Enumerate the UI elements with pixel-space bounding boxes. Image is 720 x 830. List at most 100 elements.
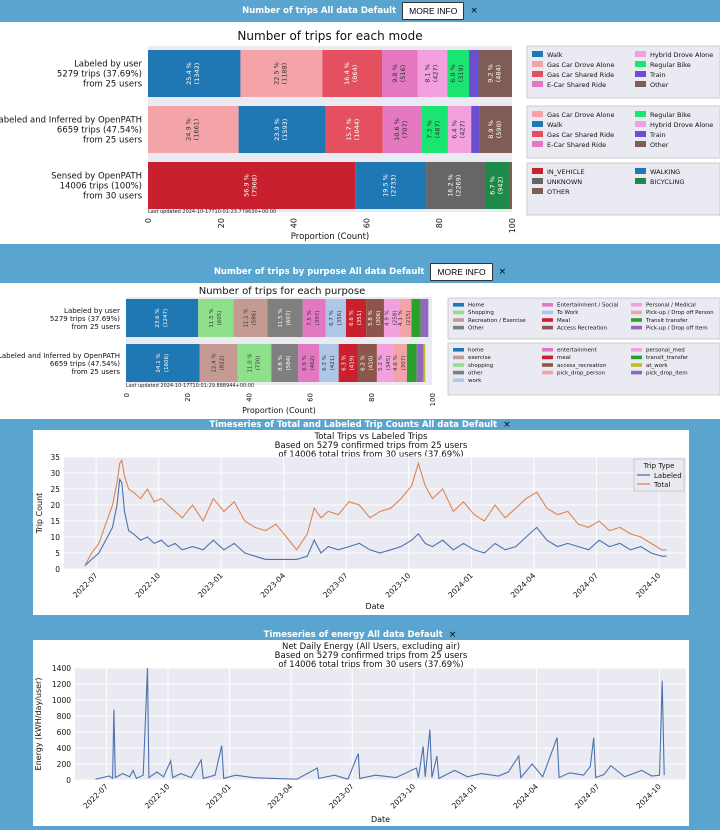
segment-pct-label: 12.4 % (212, 353, 218, 372)
segment-count-label: (1247) (163, 309, 169, 327)
legend-label: Gas Car Drove Alone (547, 61, 615, 69)
segment-pct-label: 23.9 % (273, 118, 281, 141)
x-tick-label: 60 (307, 393, 315, 402)
row-label: Labeled and Inferred by OpenPATH (0, 352, 120, 360)
y-tick-label: 600 (57, 728, 72, 737)
legend-swatch (631, 363, 642, 367)
legend-label: BICYCLING (650, 178, 684, 186)
legend-label: Gas Car Shared Ride (547, 131, 614, 139)
y-axis-label: Energy (kWH/day/user) (34, 678, 43, 771)
legend-swatch (453, 318, 464, 322)
segment-count-label: (397) (315, 311, 321, 326)
segment-pct-label: 56.9 % (243, 174, 251, 197)
legend-label: Transit transfer (645, 318, 688, 324)
x-tick-label: 2023-04 (266, 782, 295, 811)
legend-title: Trip Type (643, 462, 675, 470)
legend-swatch (631, 370, 642, 375)
y-tick-label: 0 (55, 565, 60, 574)
legend-swatch (635, 121, 646, 127)
row-label: 6659 trips (47.54%) (50, 360, 120, 368)
legend-swatch (532, 131, 543, 137)
legend-label: Pick-up / Drop off Item (646, 325, 708, 331)
legend-label: Gas Car Drove Alone (547, 111, 615, 119)
legend-label: Walk (547, 121, 563, 129)
bar-segment (267, 299, 303, 337)
x-tick-label: 2023-07 (327, 782, 356, 811)
segment-count-label: (427) (431, 65, 439, 82)
last-updated-note: Last updated 2024-10-17T10:01:29.888944+… (126, 383, 254, 389)
close-icon[interactable]: × (470, 6, 478, 16)
bar-segment (471, 106, 480, 153)
legend-swatch (635, 111, 646, 117)
legend-swatch (453, 363, 464, 367)
segment-pct-label: 9.8 % (391, 64, 399, 83)
x-tick-label: 2024-10 (634, 782, 663, 811)
row-label: from 25 users (83, 80, 143, 90)
segment-count-label: (307) (401, 356, 407, 371)
legend-label: Pick-up / Drop off Person (646, 310, 714, 316)
segment-pct-label: 6.3 % (322, 355, 328, 371)
segment-pct-label: 11.0 % (248, 353, 254, 372)
legend-swatch (542, 348, 553, 352)
segment-count-label: (345) (386, 356, 392, 371)
segment-count-label: (487) (434, 121, 442, 138)
close-icon[interactable]: × (499, 267, 507, 277)
bar-segment (237, 344, 272, 382)
segment-pct-label: 25.4 % (185, 62, 193, 85)
bar-segment (411, 299, 421, 337)
y-tick-label: 200 (57, 760, 72, 769)
segment-count-label: (306) (376, 311, 382, 326)
legend-label: IN_VEHICLE (547, 168, 585, 176)
section-title: Timeseries of energy All data Default (263, 629, 443, 640)
x-tick-label: 2024-07 (573, 782, 602, 811)
y-tick-label: 5 (55, 549, 60, 558)
y-tick-label: 800 (57, 712, 72, 721)
mode-chart: Number of trips for each mode Labeled by … (0, 29, 720, 242)
segment-pct-label: 4.6 % (393, 355, 399, 371)
legend-swatch (631, 303, 642, 307)
x-tick-label: 80 (368, 393, 376, 402)
segment-count-label: (419) (349, 356, 355, 371)
legend-label: Hybrid Drove Alone (650, 51, 713, 59)
row-label: Sensed by OpenPATH (51, 172, 142, 182)
x-tick-label: 2023-04 (259, 571, 288, 600)
legend-label: home (468, 348, 484, 354)
segment-count-label: (864) (351, 65, 359, 82)
legend-swatch (635, 81, 646, 87)
more-info-button[interactable]: MORE INFO (402, 2, 465, 20)
chart-title: Number of trips for each mode (237, 29, 422, 43)
y-tick-label: 30 (50, 469, 60, 478)
legend-label: E-Car Shared Ride (547, 81, 606, 89)
segment-count-label: (590) (495, 121, 503, 138)
legend-label: Entertainment / Social (557, 303, 619, 309)
segment-pct-label: 7.5 % (307, 310, 313, 326)
legend-swatch (635, 51, 646, 57)
segment-count-label: (351) (357, 311, 363, 326)
legend-swatch (453, 310, 464, 315)
legend-swatch (631, 348, 642, 352)
legend-label: Train (649, 131, 666, 139)
legend-label: Hybrid Drove Alone (650, 121, 713, 129)
y-tick-label: 400 (57, 744, 72, 753)
legend-label: exercise (468, 355, 491, 361)
energy-chart: Net Daily Energy (All Users, excluding a… (34, 642, 686, 824)
segment-pct-label: 8.9 % (487, 120, 495, 139)
more-info-button[interactable]: MORE INFO (430, 263, 493, 281)
close-icon[interactable]: × (449, 630, 457, 640)
x-tick-label: 2024-04 (511, 782, 540, 811)
x-tick-label: 2023-07 (321, 571, 350, 600)
legend-label: shopping (468, 363, 493, 369)
bar-segment (199, 344, 238, 382)
segment-pct-label: 11.5 % (209, 308, 215, 327)
segment-pct-label: 4.1 % (398, 310, 404, 326)
x-tick-label: 20 (184, 393, 192, 402)
segment-pct-label: 6.9 % (302, 355, 308, 371)
row-label: Labeled and Inferred by OpenPATH (0, 116, 142, 126)
section-header-mode: Number of trips All data Default MORE IN… (0, 0, 720, 22)
segment-pct-label: 6.4 % (451, 120, 459, 139)
segment-pct-label: 5.2 % (378, 355, 384, 371)
close-icon[interactable]: × (503, 420, 511, 430)
bar-segment (469, 50, 479, 97)
last-updated-note: Last updated 2024-10-17T10:01:23.779630+… (148, 209, 276, 215)
row-label: 6659 trips (47.54%) (57, 126, 142, 136)
